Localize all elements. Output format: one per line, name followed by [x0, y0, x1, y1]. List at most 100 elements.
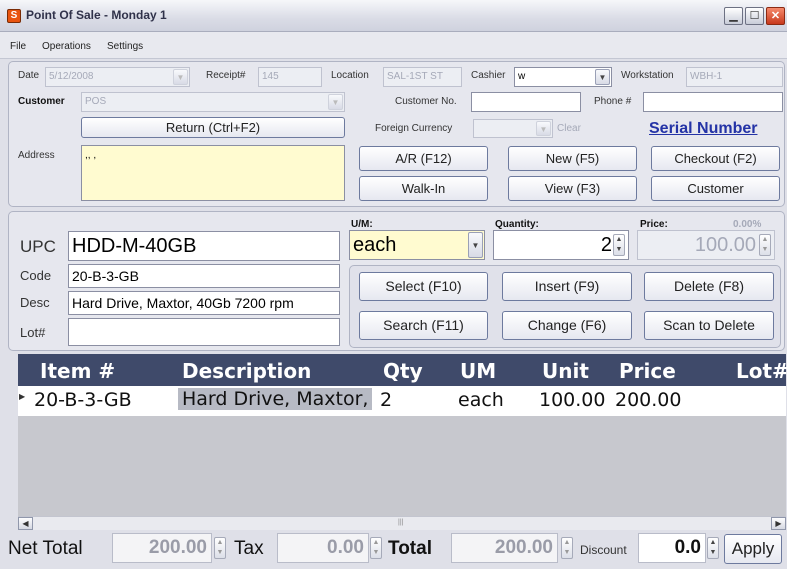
scan-to-delete-button[interactable]: Scan to Delete: [644, 311, 774, 340]
net-total-spin-icon: ▲ ▼: [214, 537, 226, 559]
items-grid[interactable]: Item # Description Qty UM Unit Price Lot…: [18, 354, 787, 516]
cell-price[interactable]: 200.00: [615, 389, 681, 411]
address-textarea[interactable]: ,, ,: [81, 145, 345, 201]
window-title: Point Of Sale - Monday 1: [26, 8, 167, 22]
menu-operations[interactable]: Operations: [42, 41, 91, 52]
scroll-left-icon[interactable]: ◀: [18, 517, 33, 530]
quantity-spin-icon[interactable]: ▲ ▼: [613, 234, 625, 256]
col-price[interactable]: Price: [619, 359, 676, 383]
address-label: Address: [18, 150, 55, 161]
net-total-label: Net Total: [8, 538, 83, 559]
total-label: Total: [388, 538, 432, 559]
currency-dropdown-icon[interactable]: ▼: [536, 121, 551, 136]
quantity-label: Quantity:: [495, 219, 539, 230]
date-label: Date: [18, 70, 40, 81]
view-button[interactable]: View (F3): [508, 176, 637, 201]
cashier-value: w: [518, 71, 526, 82]
row-pointer-icon: ▶: [19, 392, 26, 401]
cashier-dropdown-icon[interactable]: ▼: [595, 69, 610, 85]
cell-description[interactable]: Hard Drive, Maxtor,: [178, 388, 373, 410]
grid-header: Item # Description Qty UM Unit Price Lot…: [18, 354, 787, 386]
search-button[interactable]: Search (F11): [359, 311, 488, 340]
code-label: Code: [20, 268, 52, 283]
col-item[interactable]: Item #: [40, 359, 115, 383]
tax-label: Tax: [234, 538, 264, 559]
minimize-icon[interactable]: ▁: [724, 7, 743, 25]
apply-button[interactable]: Apply: [724, 534, 782, 564]
menu-file[interactable]: File: [10, 41, 26, 52]
customer-value: POS: [85, 96, 107, 107]
maximize-icon[interactable]: ☐: [745, 7, 764, 25]
upc-label: UPC: [20, 237, 56, 256]
foreign-currency-label: Foreign Currency: [375, 123, 453, 134]
foreign-currency-select[interactable]: ▼: [473, 119, 553, 138]
tax-field[interactable]: 0.00: [277, 533, 369, 563]
um-dropdown-icon[interactable]: ▼: [468, 232, 483, 258]
cashier-select[interactable]: w ▼: [514, 67, 612, 87]
phone-input[interactable]: [643, 92, 783, 112]
col-lot[interactable]: Lot#: [736, 359, 787, 383]
location-field[interactable]: SAL-1ST ST: [383, 67, 462, 87]
col-um[interactable]: UM: [460, 359, 496, 383]
app-icon: S: [7, 9, 21, 23]
checkout-button[interactable]: Checkout (F2): [651, 146, 780, 171]
ar-button[interactable]: A/R (F12): [359, 146, 488, 171]
workstation-field[interactable]: WBH-1: [686, 67, 783, 87]
serial-number-link[interactable]: Serial Number: [649, 120, 757, 138]
price-spin-icon[interactable]: ▲ ▼: [759, 234, 771, 256]
price-percent: 0.00%: [733, 219, 762, 230]
date-field[interactable]: 5/12/2008 ▼: [45, 67, 190, 87]
desc-label: Desc: [20, 295, 50, 310]
net-total-field: 200.00: [112, 533, 212, 563]
um-select[interactable]: each ▼: [349, 230, 485, 260]
lot-input[interactable]: [68, 318, 340, 346]
total-field: 200.00: [451, 533, 558, 563]
lot-label: Lot#: [20, 325, 46, 340]
receipt-field[interactable]: 145: [258, 67, 322, 87]
delete-button[interactable]: Delete (F8): [644, 272, 774, 301]
discount-input[interactable]: 0.0: [638, 533, 706, 563]
tax-spin-icon[interactable]: ▲ ▼: [370, 537, 382, 559]
um-label: U/M:: [351, 219, 373, 230]
horizontal-scrollbar[interactable]: ◀ ||| ▶: [18, 516, 786, 530]
price-input[interactable]: 100.00: [637, 230, 775, 260]
clear-link[interactable]: Clear: [557, 123, 581, 134]
discount-label: Discount: [580, 543, 627, 557]
close-icon[interactable]: ✕: [766, 7, 785, 25]
col-description[interactable]: Description: [182, 359, 311, 383]
cell-um[interactable]: each: [458, 389, 504, 411]
customer-no-label: Customer No.: [395, 96, 457, 107]
discount-spin-icon[interactable]: ▲ ▼: [707, 537, 719, 559]
customer-dropdown-icon[interactable]: ▼: [328, 94, 343, 110]
customer-button[interactable]: Customer: [651, 176, 780, 201]
date-dropdown-icon[interactable]: ▼: [173, 69, 188, 85]
code-input[interactable]: 20-B-3-GB: [68, 264, 340, 288]
col-unit[interactable]: Unit: [542, 359, 589, 383]
receipt-label: Receipt#: [206, 70, 246, 81]
select-button[interactable]: Select (F10): [359, 272, 488, 301]
customer-select[interactable]: POS ▼: [81, 92, 345, 112]
title-bar: S Point Of Sale - Monday 1 ▁ ☐ ✕: [0, 0, 787, 32]
menu-settings[interactable]: Settings: [107, 41, 143, 52]
price-label: Price:: [640, 219, 668, 230]
cell-unit[interactable]: 100.00: [539, 389, 605, 411]
return-button[interactable]: Return (Ctrl+F2): [81, 117, 345, 138]
cell-qty[interactable]: 2: [380, 389, 392, 411]
cell-item[interactable]: 20-B-3-GB: [34, 389, 132, 411]
cashier-label: Cashier: [471, 70, 506, 81]
quantity-stepper[interactable]: 2: [493, 230, 629, 260]
menu-bar: File Operations Settings: [0, 32, 787, 59]
scroll-thumb-grip[interactable]: |||: [398, 519, 403, 526]
col-qty[interactable]: Qty: [383, 359, 423, 383]
change-button[interactable]: Change (F6): [502, 311, 632, 340]
workstation-label: Workstation: [621, 70, 674, 81]
insert-button[interactable]: Insert (F9): [502, 272, 632, 301]
table-row[interactable]: ▶ 20-B-3-GB Hard Drive, Maxtor, 2 each 1…: [18, 386, 786, 416]
customer-no-input[interactable]: [471, 92, 581, 112]
walkin-button[interactable]: Walk-In: [359, 176, 488, 201]
scroll-right-icon[interactable]: ▶: [771, 517, 786, 530]
upc-input[interactable]: HDD-M-40GB: [68, 231, 340, 261]
new-button[interactable]: New (F5): [508, 146, 637, 171]
desc-input[interactable]: Hard Drive, Maxtor, 40Gb 7200 rpm: [68, 291, 340, 315]
customer-label: Customer: [18, 96, 65, 107]
